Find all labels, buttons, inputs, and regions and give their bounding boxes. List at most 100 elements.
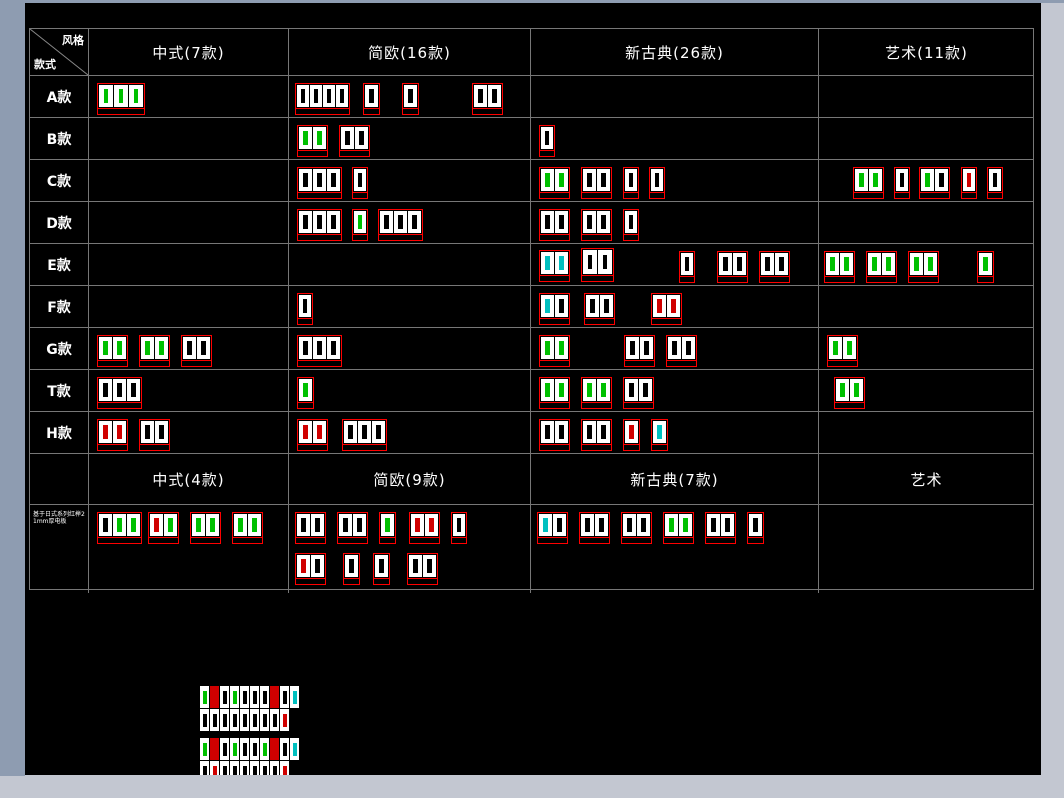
cell-g-zhongshi[interactable] — [89, 328, 289, 369]
design-thumbnail[interactable] — [621, 512, 652, 544]
design-thumbnail[interactable] — [139, 335, 170, 367]
cell-b-zhongshi[interactable] — [89, 118, 289, 159]
cell-e-zhongshi[interactable] — [89, 244, 289, 285]
cell-e-jianou[interactable] — [289, 244, 531, 285]
design-thumbnail[interactable] — [539, 209, 570, 241]
design-thumbnail[interactable] — [297, 335, 342, 367]
design-thumbnail[interactable] — [581, 377, 612, 409]
design-thumbnail[interactable] — [908, 251, 939, 283]
cell-e-yishu[interactable] — [819, 244, 1034, 285]
design-thumbnail[interactable] — [651, 293, 682, 325]
design-thumbnail[interactable] — [451, 512, 467, 544]
cell-e-xinguidian[interactable] — [531, 244, 819, 285]
cell-c-xinguidian[interactable] — [531, 160, 819, 201]
cell-a-jianou[interactable] — [289, 76, 531, 117]
design-thumbnail[interactable] — [342, 419, 387, 451]
design-thumbnail[interactable] — [581, 248, 614, 282]
cell-d-jianou[interactable] — [289, 202, 531, 243]
cell-d-zhongshi[interactable] — [89, 202, 289, 243]
design-thumbnail[interactable] — [339, 125, 370, 157]
design-thumbnail[interactable] — [651, 419, 668, 451]
cell-b-yishu[interactable] — [819, 118, 1034, 159]
design-thumbnail[interactable] — [679, 251, 695, 283]
cell-t-yishu[interactable] — [819, 370, 1034, 411]
cell-bottom-yishu[interactable] — [819, 505, 1034, 593]
cell-d-yishu[interactable] — [819, 202, 1034, 243]
design-thumbnail[interactable] — [827, 335, 858, 367]
design-thumbnail[interactable] — [649, 167, 665, 199]
cell-h-xinguidian[interactable] — [531, 412, 819, 453]
design-thumbnail[interactable] — [297, 167, 342, 199]
cell-bottom-jianou[interactable] — [289, 505, 531, 593]
design-thumbnail[interactable] — [297, 419, 328, 451]
cell-t-zhongshi[interactable] — [89, 370, 289, 411]
cell-g-yishu[interactable] — [819, 328, 1034, 369]
design-thumbnail[interactable] — [581, 419, 612, 451]
design-thumbnail[interactable] — [539, 419, 570, 451]
design-thumbnail[interactable] — [581, 167, 612, 199]
cell-a-yishu[interactable] — [819, 76, 1034, 117]
cell-f-yishu[interactable] — [819, 286, 1034, 327]
design-thumbnail[interactable] — [337, 512, 368, 544]
design-thumbnail[interactable] — [539, 167, 570, 199]
cell-f-xinguidian[interactable] — [531, 286, 819, 327]
design-thumbnail[interactable] — [539, 335, 570, 367]
design-thumbnail[interactable] — [181, 335, 212, 367]
design-thumbnail[interactable] — [579, 512, 610, 544]
design-thumbnail[interactable] — [666, 335, 697, 367]
design-thumbnail[interactable] — [97, 377, 142, 409]
design-thumbnail[interactable] — [148, 512, 179, 544]
design-thumbnail[interactable] — [977, 251, 994, 283]
design-thumbnail[interactable] — [866, 251, 897, 283]
design-thumbnail[interactable] — [379, 512, 396, 544]
design-thumbnail[interactable] — [624, 335, 655, 367]
cell-f-zhongshi[interactable] — [89, 286, 289, 327]
design-thumbnail[interactable] — [919, 167, 950, 199]
design-thumbnail[interactable] — [581, 209, 612, 241]
design-thumbnail[interactable] — [295, 553, 326, 585]
cell-a-zhongshi[interactable] — [89, 76, 289, 117]
design-thumbnail[interactable] — [853, 167, 884, 199]
cell-t-jianou[interactable] — [289, 370, 531, 411]
design-thumbnail[interactable] — [232, 512, 263, 544]
cell-c-zhongshi[interactable] — [89, 160, 289, 201]
design-thumbnail[interactable] — [97, 419, 128, 451]
design-thumbnail[interactable] — [363, 83, 380, 115]
design-thumbnail[interactable] — [295, 83, 350, 115]
cell-a-xinguidian[interactable] — [531, 76, 819, 117]
design-thumbnail[interactable] — [373, 553, 390, 585]
design-thumbnail[interactable] — [539, 293, 570, 325]
design-thumbnail[interactable] — [407, 553, 438, 585]
cell-d-xinguidian[interactable] — [531, 202, 819, 243]
design-thumbnail[interactable] — [824, 251, 855, 283]
design-thumbnail[interactable] — [402, 83, 419, 115]
design-thumbnail[interactable] — [987, 167, 1003, 199]
design-thumbnail[interactable] — [409, 512, 440, 544]
design-thumbnail[interactable] — [623, 377, 654, 409]
design-thumbnail[interactable] — [623, 209, 639, 241]
cell-c-yishu[interactable] — [819, 160, 1034, 201]
design-thumbnail[interactable] — [717, 251, 748, 283]
design-thumbnail[interactable] — [352, 209, 368, 241]
design-thumbnail[interactable] — [297, 209, 342, 241]
design-thumbnail[interactable] — [623, 419, 640, 451]
design-thumbnail[interactable] — [747, 512, 764, 544]
design-thumbnail[interactable] — [759, 251, 790, 283]
cell-h-zhongshi[interactable] — [89, 412, 289, 453]
cell-h-yishu[interactable] — [819, 412, 1034, 453]
design-thumbnail[interactable] — [539, 377, 570, 409]
design-thumbnail[interactable] — [584, 293, 615, 325]
design-thumbnail[interactable] — [297, 377, 314, 409]
design-thumbnail[interactable] — [97, 83, 145, 115]
design-thumbnail[interactable] — [537, 512, 568, 544]
design-thumbnail[interactable] — [97, 335, 128, 367]
cell-b-xinguidian[interactable] — [531, 118, 819, 159]
design-thumbnail[interactable] — [834, 377, 865, 409]
cell-bottom-xinguidian[interactable] — [531, 505, 819, 593]
design-thumbnail[interactable] — [539, 125, 555, 157]
cell-f-jianou[interactable] — [289, 286, 531, 327]
cell-bottom-zhongshi[interactable] — [89, 505, 289, 593]
design-thumbnail[interactable] — [623, 167, 639, 199]
cell-c-jianou[interactable] — [289, 160, 531, 201]
sample-strip-2[interactable] — [200, 738, 299, 775]
